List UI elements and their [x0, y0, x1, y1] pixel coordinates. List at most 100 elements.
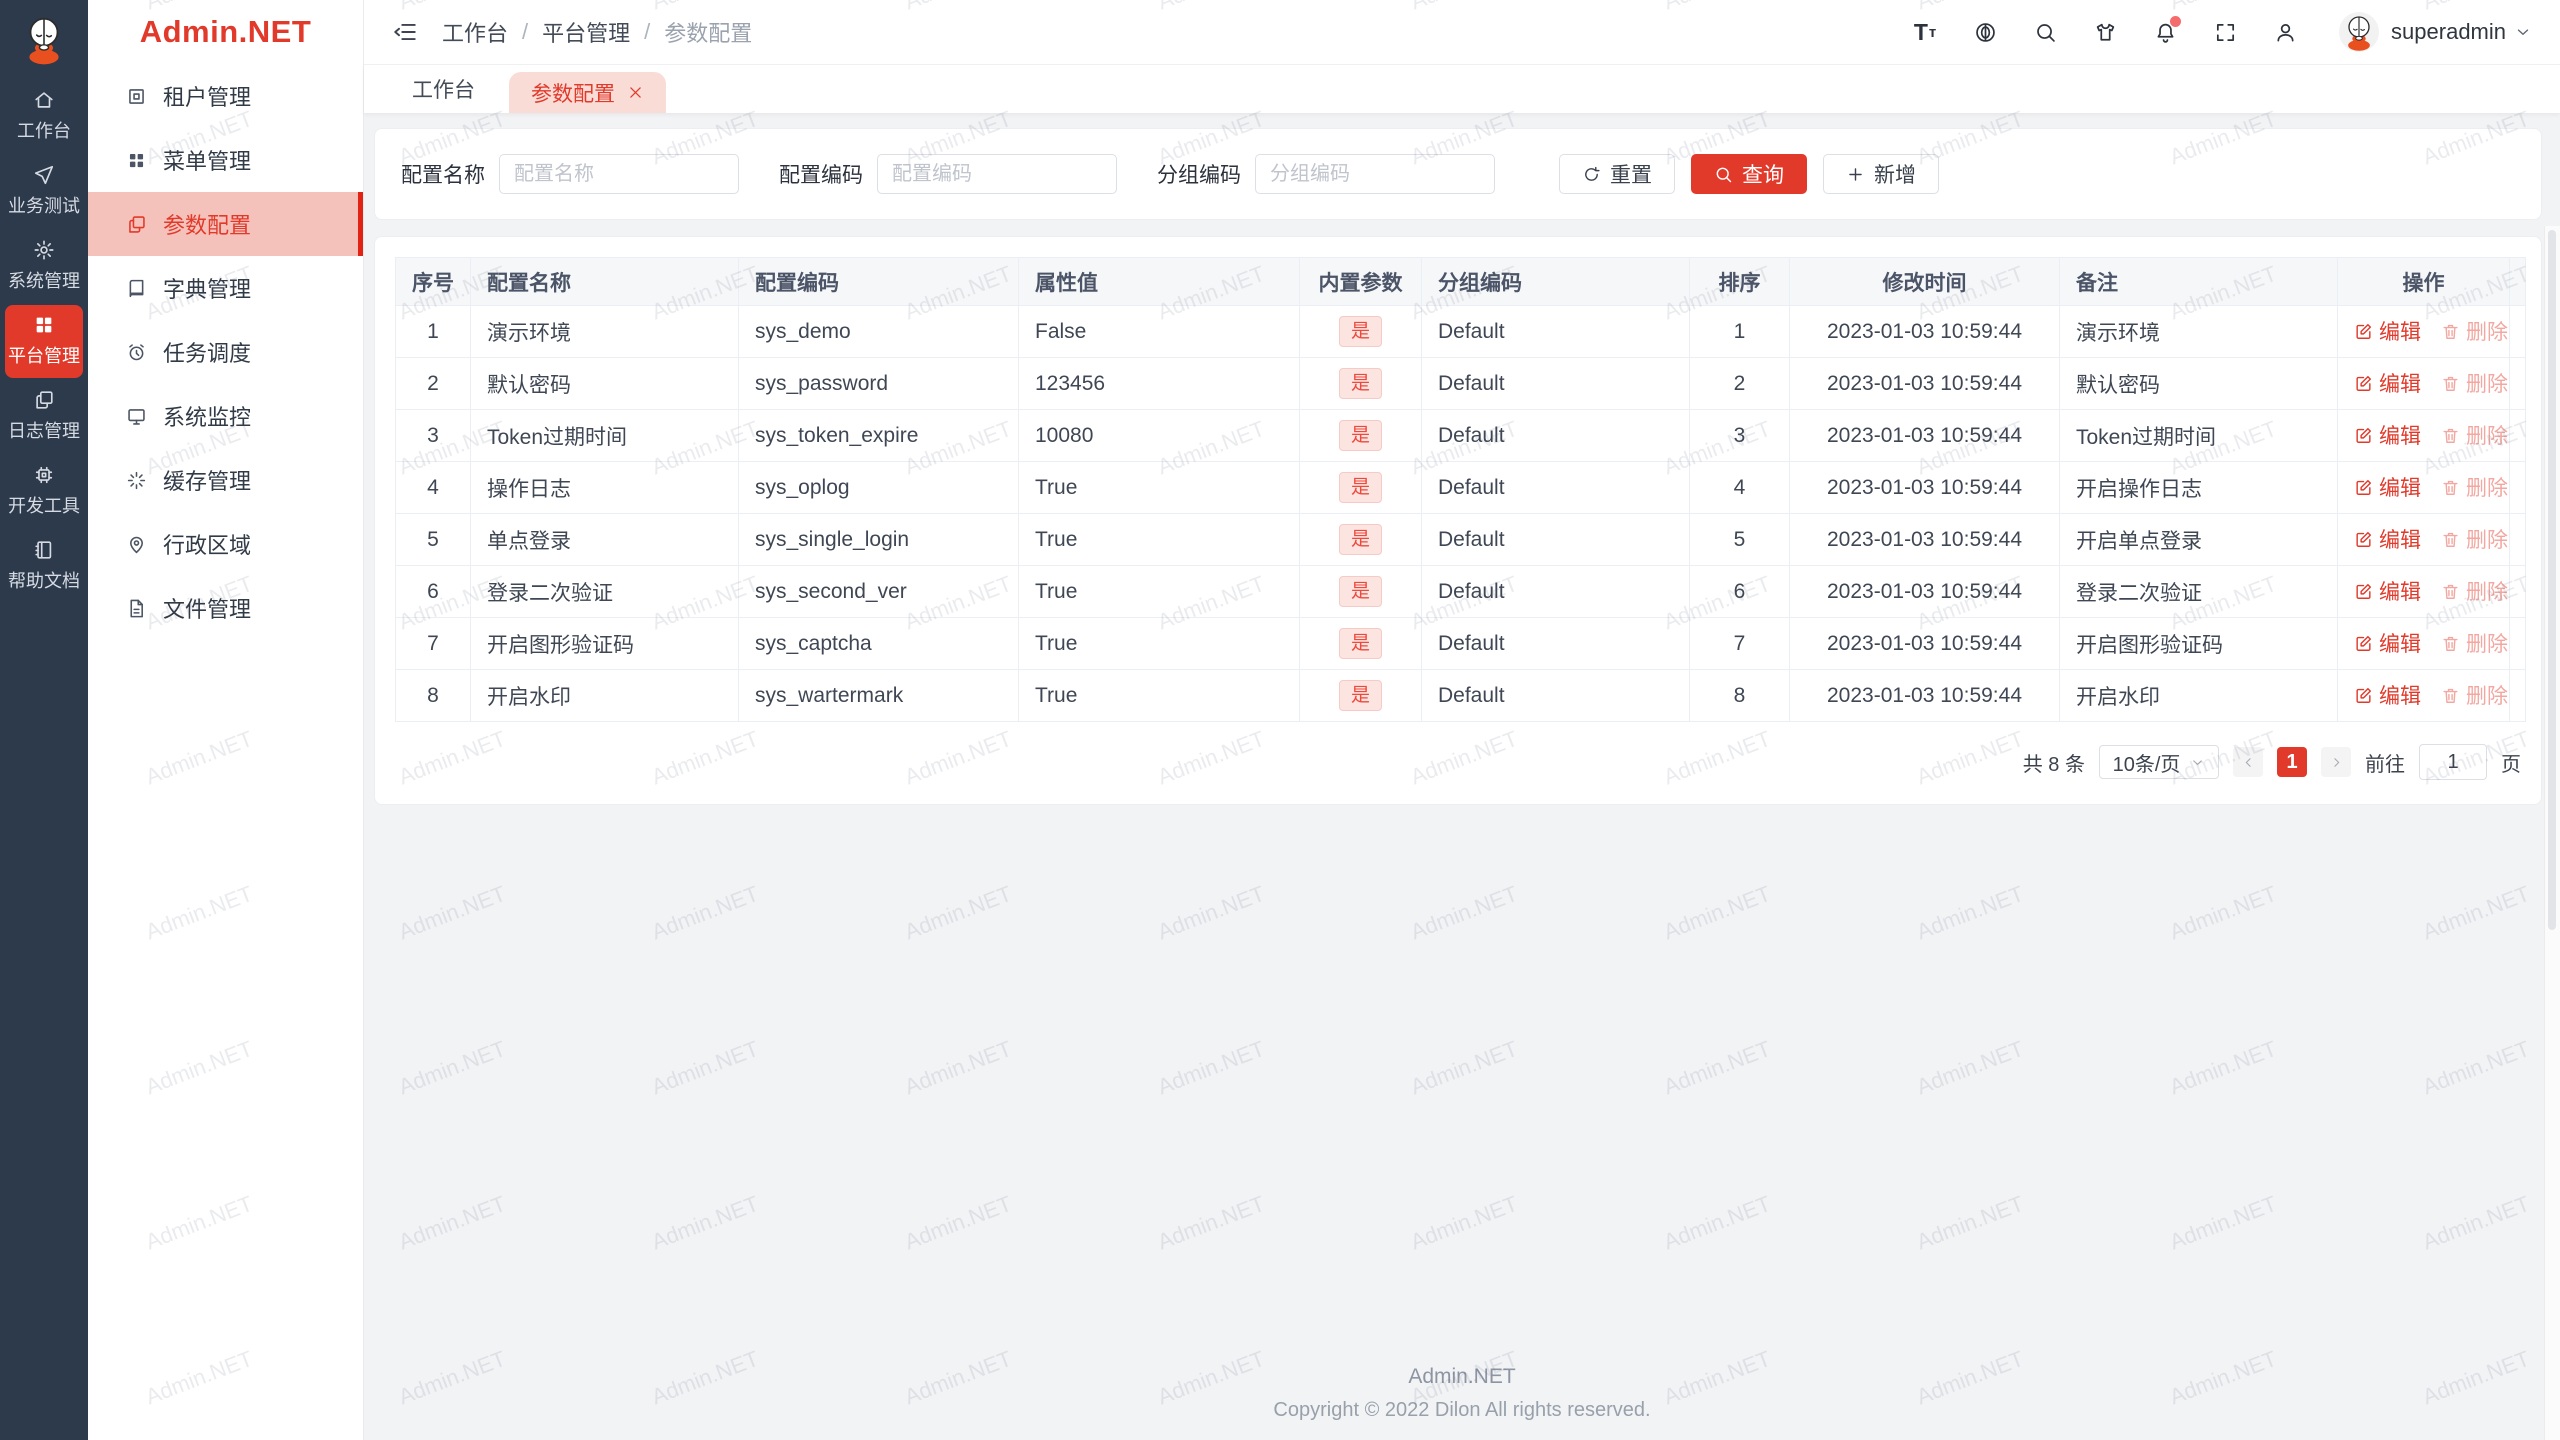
field-label: 配置名称 — [401, 164, 485, 187]
edit-icon — [2354, 634, 2373, 653]
delete-button[interactable]: 删除 — [2441, 368, 2508, 398]
delete-button[interactable]: 删除 — [2441, 316, 2508, 346]
table-cell: 开启操作日志 — [2059, 461, 2338, 514]
sidebar-item-file[interactable]: 文件管理 — [88, 576, 363, 640]
prev-page-button[interactable] — [2233, 747, 2263, 777]
edit-button[interactable]: 编辑 — [2354, 576, 2421, 606]
tab-workbench[interactable]: 工作台 — [394, 65, 493, 113]
add-label: 新增 — [1874, 164, 1916, 187]
breadcrumb-item[interactable]: 平台管理 — [542, 16, 630, 48]
current-page[interactable]: 1 — [2277, 747, 2307, 777]
close-icon[interactable] — [627, 84, 644, 101]
edit-button[interactable]: 编辑 — [2354, 628, 2421, 658]
column-header: 序号 — [395, 257, 471, 306]
table-row: 1 演示环境 sys_demo False 是 Default 1 2023-01-03 10… — [395, 305, 2526, 358]
sidebar-item-param[interactable]: 参数配置 — [88, 192, 363, 256]
left-rail: 工作台业务测试系统管理平台管理日志管理 开发工具帮助文档 — [0, 0, 88, 1440]
table-cell: 1 — [395, 305, 471, 358]
breadcrumb-separator: / — [522, 19, 529, 44]
send-icon — [33, 164, 55, 186]
tab-param-config[interactable]: 参数配置 — [509, 72, 666, 113]
table-cell: True — [1018, 669, 1300, 722]
chip-icon — [33, 464, 55, 486]
user-menu[interactable]: superadmin — [2339, 12, 2532, 52]
sidebar-item-cache[interactable]: 缓存管理 — [88, 448, 363, 512]
sidebar-item-monitor[interactable]: 系统监控 — [88, 384, 363, 448]
sidebar-item-tenant[interactable]: 租户管理 — [88, 64, 363, 128]
fullscreen-icon[interactable] — [2213, 20, 2237, 44]
rail-item-chip[interactable]: 开发工具 — [5, 455, 83, 528]
delete-button[interactable]: 删除 — [2441, 472, 2508, 502]
scrollbar-thumb[interactable] — [2548, 230, 2556, 930]
table-cell: sys_password — [738, 357, 1019, 410]
app-avatar[interactable] — [17, 12, 71, 66]
rail-item-grid[interactable]: 平台管理 — [5, 305, 83, 378]
table-cell: 5 — [395, 513, 471, 566]
delete-button[interactable]: 删除 — [2441, 524, 2508, 554]
delete-button[interactable]: 删除 — [2441, 680, 2508, 710]
table-cell: sys_single_login — [738, 513, 1019, 566]
builtin-tag: 是 — [1338, 576, 1382, 607]
sidebar-item-schedule[interactable]: 任务调度 — [88, 320, 363, 384]
rail-item-home[interactable]: 工作台 — [5, 80, 83, 153]
page-size-select[interactable]: 10条/页 — [2099, 745, 2219, 779]
next-page-button[interactable] — [2321, 747, 2351, 777]
field-input-0[interactable] — [499, 154, 739, 194]
search-panel: 配置名称 配置编码 分组编码 重置 查询 新增 — [374, 128, 2542, 220]
rail-item-label: 业务测试 — [8, 196, 80, 216]
rail-item-send[interactable]: 业务测试 — [5, 155, 83, 228]
field-input-1[interactable] — [877, 154, 1117, 194]
breadcrumb-item[interactable]: 工作台 — [442, 16, 508, 48]
edit-label: 编辑 — [2379, 633, 2421, 657]
refresh-icon — [1582, 165, 1601, 184]
edit-button[interactable]: 编辑 — [2354, 316, 2421, 346]
rail-item-gear[interactable]: 系统管理 — [5, 230, 83, 303]
rail-item-label: 平台管理 — [8, 346, 80, 366]
table-cell: 操作日志 — [470, 461, 739, 514]
query-button[interactable]: 查询 — [1691, 154, 1807, 194]
language-icon[interactable] — [1973, 20, 1997, 44]
theme-icon[interactable] — [2093, 20, 2117, 44]
edit-button[interactable]: 编辑 — [2354, 524, 2421, 554]
table-cell: 2023-01-03 10:59:44 — [1789, 461, 2060, 514]
rail-item-notebook[interactable]: 帮助文档 — [5, 530, 83, 603]
table-cell: Token过期时间 — [2059, 409, 2338, 462]
column-header: 配置名称 — [470, 257, 739, 306]
edit-icon — [2354, 374, 2373, 393]
search-icon[interactable] — [2033, 20, 2057, 44]
delete-button[interactable]: 删除 — [2441, 628, 2508, 658]
table-cell: 1 — [1689, 305, 1790, 358]
table-cell: 6 — [1689, 565, 1790, 618]
table-cell: 2 — [1689, 357, 1790, 410]
field-input-2[interactable] — [1255, 154, 1495, 194]
sidebar-item-region[interactable]: 行政区域 — [88, 512, 363, 576]
search-fields: 配置名称 配置编码 分组编码 — [401, 154, 1535, 194]
edit-button[interactable]: 编辑 — [2354, 420, 2421, 450]
edit-icon — [2354, 322, 2373, 341]
notification-bell-icon[interactable] — [2153, 16, 2182, 44]
edit-button[interactable]: 编辑 — [2354, 368, 2421, 398]
rail-item-label: 帮助文档 — [8, 571, 80, 591]
delete-button[interactable]: 删除 — [2441, 576, 2508, 606]
table-cell: Default — [1421, 305, 1690, 358]
column-header: 排序 — [1689, 257, 1790, 306]
table-cell: 开启图形验证码 — [2059, 617, 2338, 670]
field-label: 配置编码 — [779, 164, 863, 187]
breadcrumb: 工作台 / 平台管理 / 参数配置 — [442, 16, 752, 48]
edit-button[interactable]: 编辑 — [2354, 680, 2421, 710]
font-size-icon[interactable]: Tт — [1913, 19, 1937, 45]
table-cell: 开启图形验证码 — [470, 617, 739, 670]
rail-item-copy[interactable]: 日志管理 — [5, 380, 83, 453]
sidebar-item-dict[interactable]: 字典管理 — [88, 256, 363, 320]
reset-button[interactable]: 重置 — [1559, 154, 1675, 194]
user-icon[interactable] — [2273, 20, 2297, 44]
edit-label: 编辑 — [2379, 685, 2421, 709]
add-button[interactable]: 新增 — [1823, 154, 1939, 194]
edit-button[interactable]: 编辑 — [2354, 472, 2421, 502]
delete-label: 删除 — [2466, 633, 2508, 657]
collapse-menu-icon[interactable] — [392, 19, 418, 45]
delete-button[interactable]: 删除 — [2441, 420, 2508, 450]
goto-page-input[interactable] — [2419, 744, 2487, 780]
sidebar-item-menu-grid[interactable]: 菜单管理 — [88, 128, 363, 192]
table-cell: 开启水印 — [2059, 669, 2338, 722]
